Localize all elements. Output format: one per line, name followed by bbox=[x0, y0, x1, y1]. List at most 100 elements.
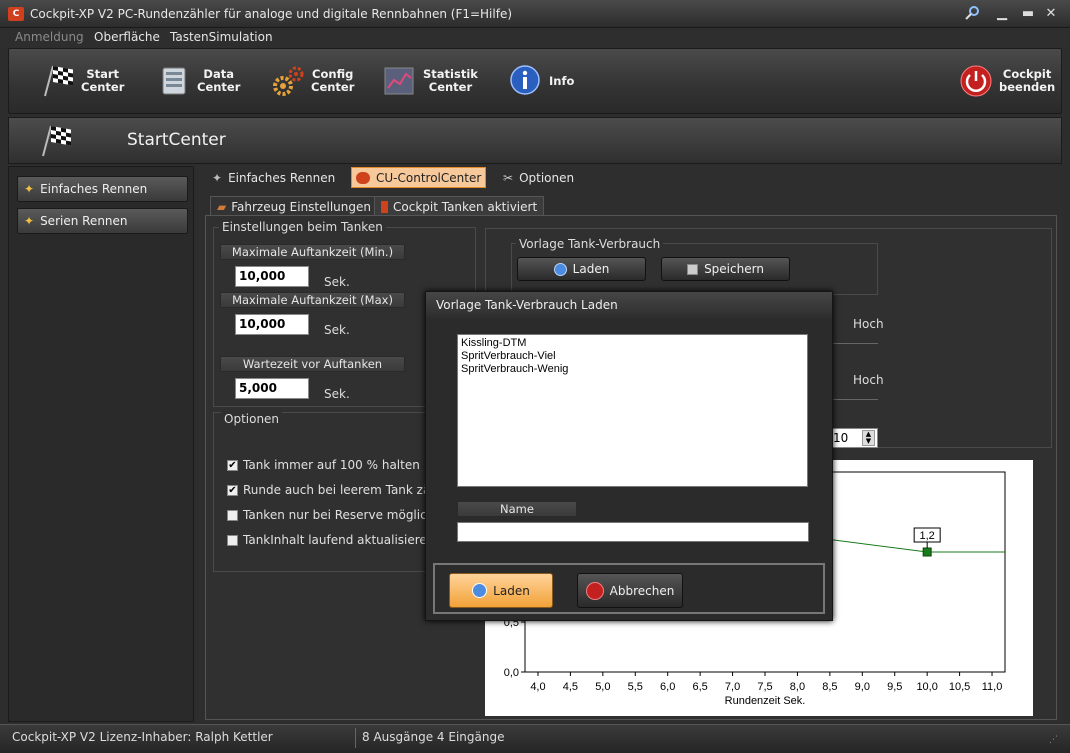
x-tick-label: 9,5 bbox=[887, 681, 902, 693]
list-item[interactable]: SpritVerbrauch-Viel bbox=[461, 350, 804, 363]
main-toolbar: Start Center Data Center Config Center S… bbox=[8, 48, 1062, 114]
config-center-button[interactable]: Config Center bbox=[269, 49, 354, 113]
x-axis-label: Rundenzeit Sek. bbox=[725, 695, 806, 707]
vorlage-title: Vorlage Tank-Verbrauch bbox=[516, 237, 664, 251]
option-label: Tank immer auf 100 % halten bbox=[243, 458, 420, 472]
config-center-label: Config Center bbox=[311, 67, 355, 94]
list-item[interactable]: Kissling-DTM bbox=[461, 337, 804, 350]
option-reserve[interactable]: Tanken nur bei Reserve möglich bbox=[227, 508, 434, 522]
checkered-flag-icon bbox=[39, 62, 77, 100]
tab-cu-controlcenter[interactable]: CU-ControlCenter bbox=[351, 167, 487, 188]
button-label: Laden bbox=[493, 583, 530, 598]
start-center-button[interactable]: Start Center bbox=[39, 49, 124, 113]
x-tick-label: 9,0 bbox=[855, 681, 870, 693]
sidebar-item-label: Einfaches Rennen bbox=[40, 182, 148, 196]
menu-bar: Anmeldung Oberfläche TastenSimulation bbox=[0, 28, 1070, 48]
data-label: 1,2 bbox=[920, 530, 935, 542]
maximize-button[interactable]: ▬ bbox=[1018, 5, 1038, 23]
option-tank-100[interactable]: ✔ Tank immer auf 100 % halten bbox=[227, 458, 420, 472]
y-tick-label: 0,0 bbox=[504, 667, 519, 679]
gears-icon bbox=[269, 62, 307, 100]
x-tick-label: 5,5 bbox=[628, 681, 643, 693]
minimize-button[interactable]: ▁ bbox=[992, 5, 1012, 23]
vorlage-speichern-button[interactable]: Speichern bbox=[661, 257, 790, 281]
info-icon bbox=[507, 62, 545, 100]
status-license: Cockpit-XP V2 Lizenz-Inhaber: Ralph Kett… bbox=[12, 730, 273, 744]
close-button[interactable]: ✕ bbox=[1041, 5, 1061, 23]
max-auftankzeit-max-label: Maximale Auftankzeit (Max) bbox=[220, 292, 405, 308]
title-bar: C Cockpit-XP V2 PC-Rundenzähler für anal… bbox=[0, 0, 1070, 28]
statistik-center-label: Statistik Center bbox=[423, 67, 478, 94]
info-label: Info bbox=[549, 73, 575, 88]
x-tick-label: 8,5 bbox=[822, 681, 837, 693]
statistics-icon bbox=[381, 62, 419, 100]
sidebar-item-einfaches-rennen[interactable]: ✦ Einfaches Rennen bbox=[17, 176, 188, 202]
max-auftankzeit-min-label: Maximale Auftankzeit (Min.) bbox=[220, 244, 405, 260]
spin-input[interactable]: 10 ▲ ▼ bbox=[830, 428, 878, 448]
hoch-label: Hoch bbox=[853, 373, 884, 387]
x-tick-label: 7,5 bbox=[757, 681, 772, 693]
unit-label: Sek. bbox=[324, 323, 350, 337]
race-icon: ✦ bbox=[24, 182, 35, 196]
save-icon bbox=[687, 263, 699, 275]
tab-cockpit-tanken[interactable]: Cockpit Tanken aktiviert bbox=[374, 196, 545, 216]
option-tankinhalt[interactable]: TankInhalt laufend aktualisierer bbox=[227, 533, 432, 547]
tab-label: CU-ControlCenter bbox=[376, 170, 482, 185]
dialog-button-frame: Laden Abbrechen bbox=[433, 563, 825, 614]
wartezeit-input[interactable]: 5,000 bbox=[235, 378, 309, 399]
x-tick-label: 10,0 bbox=[916, 681, 937, 693]
tab-fahrzeug-einstellungen[interactable]: ▰ Fahrzeug Einstellungen bbox=[210, 196, 378, 216]
help-search-icon[interactable] bbox=[962, 5, 982, 23]
option-runde-leer[interactable]: ✔ Runde auch bei leerem Tank zä bbox=[227, 483, 430, 497]
checkbox[interactable] bbox=[227, 509, 238, 521]
list-item[interactable]: SpritVerbrauch-Wenig bbox=[461, 363, 804, 376]
menu-tastensimulation[interactable]: TastenSimulation bbox=[170, 30, 273, 44]
checkbox[interactable] bbox=[227, 534, 238, 546]
data-center-button[interactable]: Data Center bbox=[155, 49, 240, 113]
database-icon bbox=[155, 62, 193, 100]
refresh-icon bbox=[472, 583, 488, 598]
power-icon bbox=[957, 62, 995, 100]
x-tick-label: 10,5 bbox=[949, 681, 970, 693]
x-tick-label: 11,0 bbox=[982, 681, 1003, 693]
name-label: Name bbox=[457, 501, 577, 517]
menu-oberflaeche[interactable]: Oberfläche bbox=[94, 30, 160, 44]
checkered-flag-icon bbox=[37, 122, 75, 163]
x-tick-label: 7,0 bbox=[725, 681, 740, 693]
sidebar-item-serien-rennen[interactable]: ✦ Serien Rennen bbox=[17, 208, 188, 234]
resize-grip-icon[interactable]: ⋰ bbox=[1049, 735, 1063, 749]
vorlage-laden-button[interactable]: Laden bbox=[517, 257, 646, 281]
dialog-abbrechen-button[interactable]: Abbrechen bbox=[577, 573, 683, 608]
cockpit-beenden-button[interactable]: Cockpit beenden bbox=[957, 49, 1055, 113]
checkbox[interactable]: ✔ bbox=[227, 459, 238, 471]
statistik-center-button[interactable]: Statistik Center bbox=[381, 49, 478, 113]
x-tick-label: 4,5 bbox=[563, 681, 578, 693]
max-auftankzeit-min-input[interactable]: 10,000 bbox=[235, 266, 309, 287]
cancel-icon bbox=[585, 581, 604, 600]
cockpit-beenden-label: Cockpit beenden bbox=[999, 67, 1056, 94]
dialog-laden-button[interactable]: Laden bbox=[449, 573, 553, 608]
checkbox[interactable]: ✔ bbox=[227, 484, 238, 496]
data-point bbox=[922, 547, 932, 557]
menu-anmeldung[interactable]: Anmeldung bbox=[15, 30, 84, 44]
controller-icon bbox=[356, 171, 370, 184]
option-label: Runde auch bei leerem Tank zä bbox=[243, 483, 431, 497]
name-input[interactable] bbox=[457, 522, 809, 542]
options-title: Optionen bbox=[221, 412, 283, 426]
template-list[interactable]: Kissling-DTM SpritVerbrauch-Viel SpritVe… bbox=[457, 334, 808, 487]
tanken-settings-title: Einstellungen beim Tanken bbox=[219, 220, 386, 234]
tab-optionen[interactable]: ✂ Optionen bbox=[503, 168, 574, 188]
app-logo-icon: C bbox=[8, 7, 24, 21]
spin-arrows-icon[interactable]: ▲ ▼ bbox=[862, 430, 875, 446]
dialog-title: Vorlage Tank-Verbrauch Laden bbox=[426, 292, 832, 318]
status-bar: Cockpit-XP V2 Lizenz-Inhaber: Ralph Kett… bbox=[0, 724, 1070, 753]
tab-einfaches-rennen[interactable]: ✦ Einfaches Rennen bbox=[212, 168, 335, 188]
divider bbox=[832, 399, 878, 400]
section-header: StartCenter bbox=[8, 117, 1062, 164]
wartezeit-label: Wartezeit vor Auftanken bbox=[220, 356, 405, 372]
button-label: Speichern bbox=[704, 262, 764, 276]
unit-label: Sek. bbox=[324, 387, 350, 401]
info-button[interactable]: Info bbox=[507, 49, 574, 113]
refresh-icon bbox=[553, 262, 567, 276]
max-auftankzeit-max-input[interactable]: 10,000 bbox=[235, 314, 309, 335]
